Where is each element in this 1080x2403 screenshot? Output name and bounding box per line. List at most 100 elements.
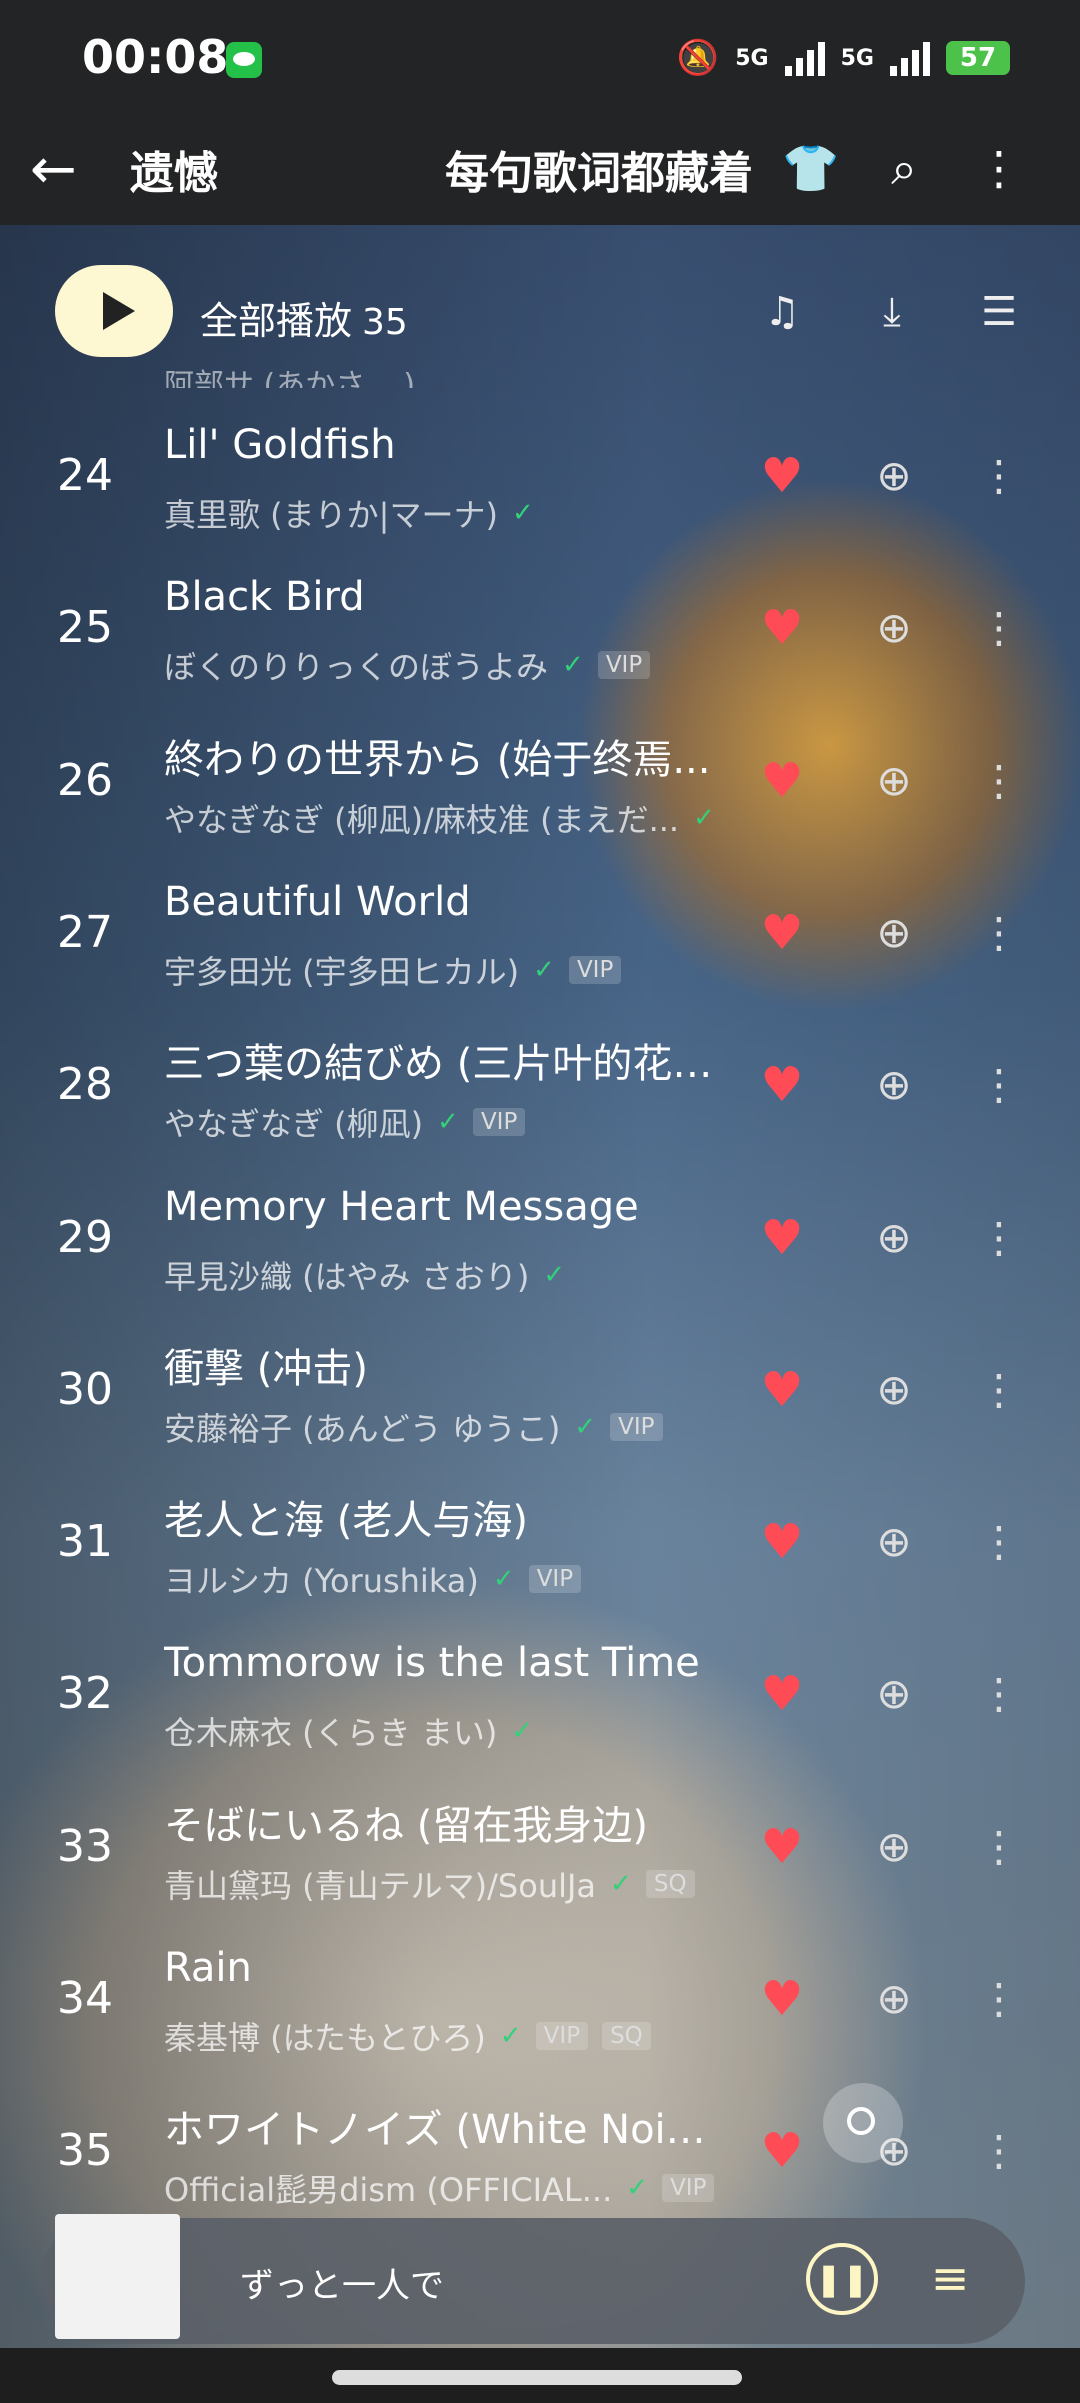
back-arrow-icon[interactable]: ←	[30, 140, 90, 200]
verified-check-icon: ✓	[511, 1716, 534, 1746]
add-music-icon[interactable]: ♫	[755, 285, 809, 339]
signal-icon-1	[784, 40, 825, 76]
song-row[interactable]: 33 そばにいるね (留在我身边) 青山黛玛 (青山テルマ)/SoulJa ✓ SQ ♥ ⊕…	[0, 1781, 1080, 1933]
row-more-icon[interactable]: ⋮	[978, 1823, 1020, 1871]
heart-icon[interactable]: ♥	[758, 1670, 806, 1718]
add-to-playlist-icon[interactable]: ⊕	[870, 1975, 918, 2023]
verified-check-icon: ✓	[511, 498, 534, 528]
playlist-queue-icon[interactable]: ≡	[920, 2246, 980, 2310]
add-to-playlist-icon[interactable]: ⊕	[870, 1518, 918, 1566]
row-more-icon[interactable]: ⋮	[978, 1061, 1020, 1109]
add-to-playlist-icon[interactable]: ⊕	[870, 1214, 918, 1262]
row-more-icon[interactable]: ⋮	[978, 1975, 1020, 2023]
heart-icon[interactable]: ♥	[758, 1214, 806, 1262]
heart-icon[interactable]: ♥	[758, 452, 806, 500]
song-row[interactable]: 24 Lil' Goldfish 真里歌 (まりか|マーナ) ✓ ♥ ⊕ ⋮	[0, 410, 1080, 562]
song-row[interactable]: 29 Memory Heart Message 早見沙織 (はやみ さおり) ✓ ♥ ⊕ ⋮	[0, 1172, 1080, 1324]
song-row[interactable]: 32 Tommorow is the last Time 仓木麻衣 (くらき まい)…	[0, 1628, 1080, 1780]
verified-check-icon: ✓	[693, 803, 715, 833]
row-more-icon[interactable]: ⋮	[978, 909, 1020, 957]
verified-check-icon: ✓	[626, 2173, 649, 2203]
song-title[interactable]: Lil' Goldfish	[164, 422, 724, 468]
quality-tag: VIP	[610, 1413, 663, 1441]
row-more-icon[interactable]: ⋮	[978, 2127, 1020, 2175]
now-playing-title[interactable]: ずっと一人で	[240, 2258, 444, 2307]
theme-shirt-icon[interactable]: 👕	[780, 137, 842, 199]
heart-icon[interactable]: ♥	[758, 757, 806, 805]
song-title[interactable]: 三つ葉の結びめ (三片叶的花结)	[164, 1031, 724, 1089]
song-title[interactable]: Black Bird	[164, 574, 724, 620]
song-title[interactable]: 衝撃 (冲击)	[164, 1336, 724, 1394]
row-more-icon[interactable]: ⋮	[978, 1518, 1020, 1566]
song-artist-line: Official髭男dism (OFFICIAL... ✓ VIP	[164, 2165, 715, 2211]
search-icon[interactable]: ⌕	[873, 137, 935, 199]
album-cover[interactable]	[55, 2214, 250, 2339]
status-bar: 00:08 🔕 5G 5G 57	[0, 0, 1080, 115]
song-title[interactable]: Memory Heart Message	[164, 1184, 724, 1230]
mini-player[interactable]: ずっと一人で ❚❚ ≡	[40, 2214, 1025, 2344]
song-row[interactable]: 34 Rain 秦基博 (はたもとひろ) ✓ VIP SQ ♥ ⊕ ⋮	[0, 1933, 1080, 2085]
add-to-playlist-icon[interactable]: ⊕	[870, 1823, 918, 1871]
song-number: 30	[57, 1364, 113, 1415]
verified-check-icon: ✓	[499, 2021, 522, 2051]
add-to-playlist-icon[interactable]: ⊕	[870, 1366, 918, 1414]
row-more-icon[interactable]: ⋮	[978, 452, 1020, 500]
song-row[interactable]: 28 三つ葉の結びめ (三片叶的花结) やなぎなぎ (柳凪) ✓ VIP ♥ ⊕ ⋮	[0, 1019, 1080, 1171]
song-artist-line: ぼくのりりっくのぼうよみ ✓ VIP	[164, 642, 651, 688]
add-to-playlist-icon[interactable]: ⊕	[870, 909, 918, 957]
song-row[interactable]: 27 Beautiful World 宇多田光 (宇多田ヒカル) ✓ VIP ♥ ⊕ ⋮	[0, 867, 1080, 1019]
locate-current-icon[interactable]	[823, 2083, 903, 2163]
heart-icon[interactable]: ♥	[758, 604, 806, 652]
network-label-2: 5G	[840, 45, 874, 71]
row-more-icon[interactable]: ⋮	[978, 757, 1020, 805]
song-artist-line: 安藤裕子 (あんどう ゆうこ) ✓ VIP	[164, 1404, 663, 1450]
more-options-icon[interactable]: ⋮	[968, 137, 1030, 199]
song-title[interactable]: 終わりの世界から (始于终焉...	[164, 727, 724, 785]
heart-icon[interactable]: ♥	[758, 1518, 806, 1566]
play-all-row: 全部播放 35 ♫ ⤓ ☰	[0, 225, 1080, 375]
add-to-playlist-icon[interactable]: ⊕	[870, 1061, 918, 1109]
heart-icon[interactable]: ♥	[758, 1061, 806, 1109]
song-artist: やなぎなぎ (柳凪)/麻枝准 (まえだ...	[164, 801, 680, 839]
song-title[interactable]: Beautiful World	[164, 879, 724, 925]
multi-select-icon[interactable]: ☰	[972, 285, 1026, 339]
song-title[interactable]: Tommorow is the last Time	[164, 1640, 724, 1686]
heart-icon[interactable]: ♥	[758, 1823, 806, 1871]
song-title[interactable]: Rain	[164, 1945, 724, 1991]
song-row[interactable]: 25 Black Bird ぼくのりりっくのぼうよみ ✓ VIP ♥ ⊕ ⋮	[0, 562, 1080, 714]
heart-icon[interactable]: ♥	[758, 1366, 806, 1414]
row-more-icon[interactable]: ⋮	[978, 1214, 1020, 1262]
heart-icon[interactable]: ♥	[758, 2127, 806, 2175]
play-all-button[interactable]	[55, 265, 173, 357]
add-to-playlist-icon[interactable]: ⊕	[870, 452, 918, 500]
song-artist: ヨルシカ (Yorushika)	[164, 1562, 479, 1600]
pause-button[interactable]: ❚❚	[806, 2243, 878, 2315]
quality-tag: SQ	[645, 1870, 695, 1898]
home-indicator[interactable]	[332, 2370, 742, 2385]
song-title[interactable]: そばにいるね (留在我身边)	[164, 1793, 724, 1851]
song-row[interactable]: 30 衝撃 (冲击) 安藤裕子 (あんどう ゆうこ) ✓ VIP ♥ ⊕ ⋮	[0, 1324, 1080, 1476]
quality-tag: VIP	[535, 2022, 589, 2050]
row-more-icon[interactable]: ⋮	[978, 604, 1020, 652]
song-artist: 真里歌 (まりか|マーナ)	[164, 496, 498, 534]
marquee-title-right: 每句歌词都藏着	[445, 148, 753, 199]
play-all-label[interactable]: 全部播放 35	[200, 290, 408, 345]
add-to-playlist-icon[interactable]: ⊕	[870, 604, 918, 652]
download-icon[interactable]: ⤓	[865, 285, 919, 339]
song-artist: やなぎなぎ (柳凪)	[164, 1105, 424, 1143]
song-row[interactable]: 26 終わりの世界から (始于终焉... やなぎなぎ (柳凪)/麻枝准 (まえだ..…	[0, 715, 1080, 867]
song-title[interactable]: 老人と海 (老人与海)	[164, 1488, 724, 1546]
row-more-icon[interactable]: ⋮	[978, 1670, 1020, 1718]
row-more-icon[interactable]: ⋮	[978, 1366, 1020, 1414]
song-title[interactable]: ホワイトノイズ (White Noise)	[164, 2097, 724, 2155]
song-number: 34	[57, 1973, 113, 2024]
add-to-playlist-icon[interactable]: ⊕	[870, 757, 918, 805]
add-to-playlist-icon[interactable]: ⊕	[870, 1670, 918, 1718]
quality-tag: VIP	[528, 1565, 582, 1593]
song-number: 31	[57, 1516, 113, 1567]
heart-icon[interactable]: ♥	[758, 1975, 806, 2023]
heart-icon[interactable]: ♥	[758, 909, 806, 957]
song-artist-line: やなぎなぎ (柳凪)/麻枝准 (まえだ... ✓	[164, 795, 715, 841]
song-row[interactable]: 31 老人と海 (老人与海) ヨルシカ (Yorushika) ✓ VIP ♥ ⊕ ⋮	[0, 1476, 1080, 1628]
verified-check-icon: ✓	[492, 1564, 515, 1594]
